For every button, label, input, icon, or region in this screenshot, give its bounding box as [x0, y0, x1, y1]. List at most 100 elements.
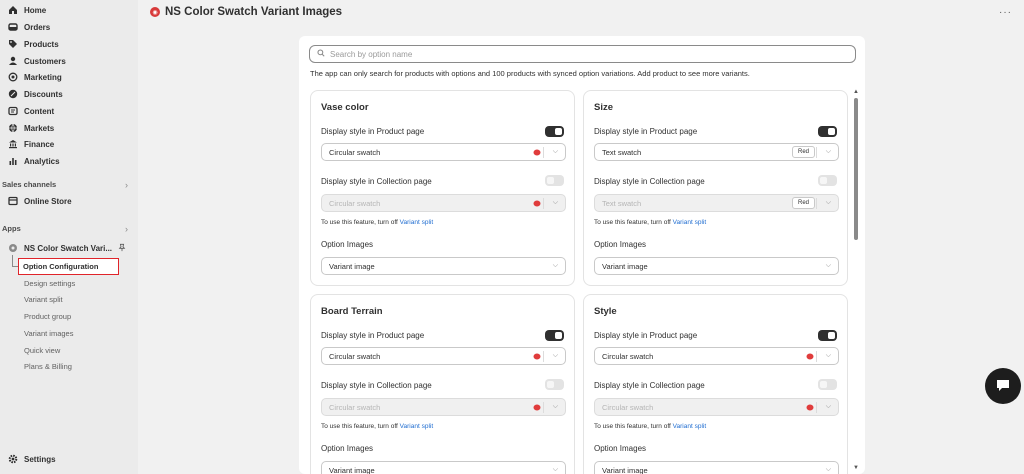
select-divider	[543, 351, 544, 362]
collection-style-select[interactable]: Circular swatch ⌵	[594, 398, 839, 416]
swatch-preview-icon	[533, 404, 541, 411]
scroll-up-arrow[interactable]: ▲	[853, 89, 859, 95]
note-text: To use this feature, turn off	[321, 219, 400, 226]
product-display-toggle[interactable]	[818, 330, 837, 341]
nav-marketing-label: Marketing	[24, 72, 62, 82]
option-images-select[interactable]: Variant image ⌵	[321, 257, 566, 275]
product-display-toggle[interactable]	[818, 126, 837, 137]
select-value: Text swatch	[602, 147, 642, 157]
chevron-down-icon: ⌵	[552, 352, 558, 359]
collection-display-label: Display style in Collection page	[594, 177, 705, 186]
option-images-label: Option Images	[321, 444, 374, 453]
nav-discounts[interactable]: Discounts	[0, 86, 63, 102]
nav-home-label: Home	[24, 5, 47, 15]
gear-icon	[8, 454, 18, 464]
nav-customers[interactable]: Customers	[0, 53, 66, 69]
nav-products[interactable]: Products	[0, 36, 59, 52]
page-title-text: NS Color Swatch Variant Images	[165, 6, 343, 18]
select-value: Variant image	[602, 465, 648, 474]
variant-split-note: To use this feature, turn off Variant sp…	[321, 219, 433, 226]
nav-finance[interactable]: Finance	[0, 136, 54, 152]
nav-online-store-label: Online Store	[24, 196, 72, 206]
nav-app-ns-color-swatch[interactable]: NS Color Swatch Vari...	[0, 240, 138, 256]
discount-icon	[8, 89, 18, 99]
globe-icon	[8, 123, 18, 133]
note-text: To use this feature, turn off	[594, 423, 673, 430]
nav-settings-label: Settings	[24, 454, 56, 464]
nav-analytics[interactable]: Analytics	[0, 153, 60, 169]
select-divider	[816, 147, 817, 158]
nav-content-label: Content	[24, 106, 55, 116]
app-logo-icon: ◉	[150, 7, 160, 17]
select-value: Circular swatch	[602, 351, 654, 361]
scroll-down-arrow[interactable]: ▼	[853, 465, 859, 471]
sub-item-variant-images[interactable]: Variant images	[24, 326, 73, 340]
nav-settings[interactable]: Settings	[0, 451, 56, 467]
nav-customers-label: Customers	[24, 56, 66, 66]
nav-orders[interactable]: Orders	[0, 19, 50, 35]
collection-display-toggle[interactable]	[545, 379, 564, 390]
collection-display-label: Display style in Collection page	[594, 381, 705, 390]
pin-icon[interactable]	[118, 243, 126, 254]
nav-markets[interactable]: Markets	[0, 120, 54, 136]
sub-item-option-configuration[interactable]: Option Configuration	[18, 258, 119, 275]
page-title: ◉ NS Color Swatch Variant Images	[150, 6, 342, 18]
variant-split-link[interactable]: Variant split	[400, 423, 433, 430]
option-images-select[interactable]: Variant image ⌵	[594, 257, 839, 275]
sales-channels-label[interactable]: Sales channels	[2, 180, 56, 189]
option-card-board-terrain: Board Terrain Display style in Product p…	[310, 294, 575, 474]
sidebar: Home Orders Products Customers Marketing…	[0, 0, 138, 474]
apps-label[interactable]: Apps	[2, 224, 21, 233]
search-input[interactable]	[330, 49, 830, 59]
collection-style-select[interactable]: Circular swatch ⌵	[321, 194, 566, 212]
note-text: To use this feature, turn off	[594, 219, 673, 226]
tag-icon	[8, 39, 18, 49]
card-title: Style	[594, 306, 617, 317]
collection-style-select[interactable]: Circular swatch ⌵	[321, 398, 566, 416]
select-divider	[543, 198, 544, 209]
sub-item-product-group[interactable]: Product group	[24, 309, 71, 323]
more-actions-button[interactable]: ···	[999, 7, 1012, 18]
swatch-preview-icon	[806, 404, 814, 411]
target-icon	[8, 72, 18, 82]
collection-style-select[interactable]: Text swatch Red ⌵	[594, 194, 839, 212]
sub-item-plans-billing[interactable]: Plans & Billing	[24, 359, 72, 373]
select-divider	[816, 351, 817, 362]
nav-content[interactable]: Content	[0, 103, 54, 119]
variant-split-link[interactable]: Variant split	[400, 219, 433, 226]
product-display-label: Display style in Product page	[594, 331, 698, 340]
search-box[interactable]	[309, 45, 856, 63]
option-images-label: Option Images	[594, 444, 647, 453]
collection-display-toggle[interactable]	[818, 175, 837, 186]
select-value: Variant image	[329, 465, 375, 474]
product-display-toggle[interactable]	[545, 330, 564, 341]
product-style-select[interactable]: Circular swatch ⌵	[594, 347, 839, 365]
product-style-select[interactable]: Circular swatch ⌵	[321, 143, 566, 161]
collection-display-toggle[interactable]	[818, 379, 837, 390]
scrollbar-thumb[interactable]	[854, 98, 858, 240]
variant-split-link[interactable]: Variant split	[673, 423, 706, 430]
nav-marketing[interactable]: Marketing	[0, 69, 62, 85]
variant-split-link[interactable]: Variant split	[673, 219, 706, 226]
bank-icon	[8, 139, 18, 149]
option-card-style: Style Display style in Product page Circ…	[583, 294, 848, 474]
product-style-select[interactable]: Text swatch Red ⌵	[594, 143, 839, 161]
nav-online-store[interactable]: Online Store	[0, 193, 72, 209]
nav-home[interactable]: Home	[0, 2, 46, 18]
sub-item-quick-view[interactable]: Quick view	[24, 343, 60, 357]
person-icon	[8, 56, 18, 66]
option-images-select[interactable]: Variant image ⌵	[321, 461, 566, 474]
chevron-right-icon[interactable]: ›	[125, 224, 128, 234]
product-display-toggle[interactable]	[545, 126, 564, 137]
option-images-select[interactable]: Variant image ⌵	[594, 461, 839, 474]
option-card-vase-color: Vase color Display style in Product page…	[310, 90, 575, 286]
product-style-select[interactable]: Circular swatch ⌵	[321, 347, 566, 365]
product-display-label: Display style in Product page	[594, 127, 698, 136]
collection-display-toggle[interactable]	[545, 175, 564, 186]
select-value: Circular swatch	[602, 402, 654, 412]
store-icon	[8, 196, 18, 206]
chat-button[interactable]	[985, 368, 1021, 404]
sub-item-variant-split[interactable]: Variant split	[24, 292, 63, 306]
sub-item-design-settings[interactable]: Design settings	[24, 276, 75, 290]
chevron-right-icon[interactable]: ›	[125, 180, 128, 190]
